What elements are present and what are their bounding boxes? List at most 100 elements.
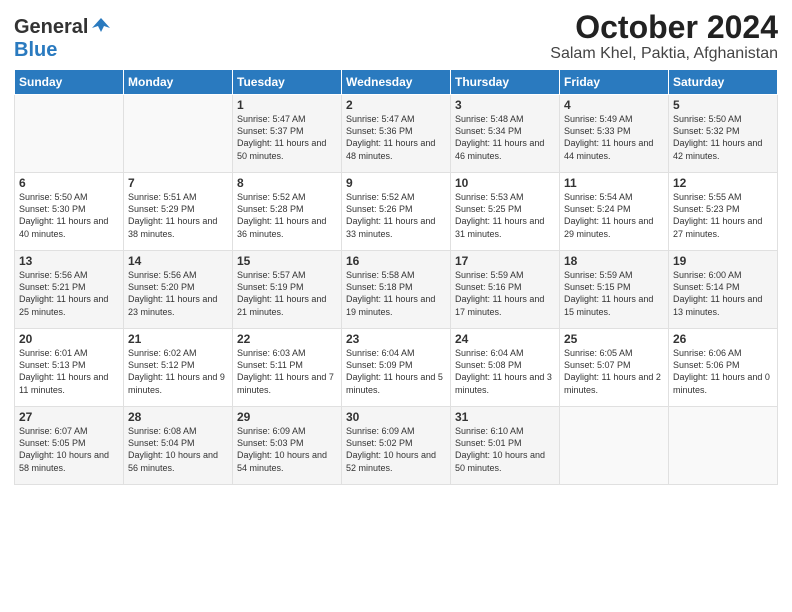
day-info: Sunrise: 6:09 AM Sunset: 5:02 PM Dayligh… [346,425,446,474]
table-row: 7Sunrise: 5:51 AM Sunset: 5:29 PM Daylig… [124,173,233,251]
calendar-week-row: 20Sunrise: 6:01 AM Sunset: 5:13 PM Dayli… [15,329,778,407]
logo-general: General [14,16,88,39]
day-number: 24 [455,332,555,346]
calendar-week-row: 27Sunrise: 6:07 AM Sunset: 5:05 PM Dayli… [15,407,778,485]
table-row [15,95,124,173]
day-info: Sunrise: 5:49 AM Sunset: 5:33 PM Dayligh… [564,113,664,162]
day-info: Sunrise: 5:58 AM Sunset: 5:18 PM Dayligh… [346,269,446,318]
day-number: 12 [673,176,773,190]
col-thursday: Thursday [451,70,560,95]
day-number: 6 [19,176,119,190]
day-number: 18 [564,254,664,268]
day-number: 29 [237,410,337,424]
table-row: 12Sunrise: 5:55 AM Sunset: 5:23 PM Dayli… [669,173,778,251]
day-number: 8 [237,176,337,190]
day-info: Sunrise: 6:04 AM Sunset: 5:09 PM Dayligh… [346,347,446,396]
day-info: Sunrise: 5:54 AM Sunset: 5:24 PM Dayligh… [564,191,664,240]
day-info: Sunrise: 5:52 AM Sunset: 5:26 PM Dayligh… [346,191,446,240]
table-row: 2Sunrise: 5:47 AM Sunset: 5:36 PM Daylig… [342,95,451,173]
day-number: 15 [237,254,337,268]
day-number: 23 [346,332,446,346]
day-info: Sunrise: 5:48 AM Sunset: 5:34 PM Dayligh… [455,113,555,162]
day-number: 17 [455,254,555,268]
col-sunday: Sunday [15,70,124,95]
table-row: 27Sunrise: 6:07 AM Sunset: 5:05 PM Dayli… [15,407,124,485]
day-number: 25 [564,332,664,346]
day-number: 20 [19,332,119,346]
logo-bird-icon [90,14,112,41]
day-number: 22 [237,332,337,346]
calendar-week-row: 6Sunrise: 5:50 AM Sunset: 5:30 PM Daylig… [15,173,778,251]
calendar-week-row: 1Sunrise: 5:47 AM Sunset: 5:37 PM Daylig… [15,95,778,173]
logo-blue: Blue [14,39,57,62]
day-number: 16 [346,254,446,268]
day-number: 5 [673,98,773,112]
table-row: 14Sunrise: 5:56 AM Sunset: 5:20 PM Dayli… [124,251,233,329]
day-number: 7 [128,176,228,190]
page: General Blue October 2024 Salam Khel, Pa… [0,0,792,612]
table-row: 13Sunrise: 5:56 AM Sunset: 5:21 PM Dayli… [15,251,124,329]
table-row: 1Sunrise: 5:47 AM Sunset: 5:37 PM Daylig… [233,95,342,173]
page-title: October 2024 [550,10,778,45]
table-row: 19Sunrise: 6:00 AM Sunset: 5:14 PM Dayli… [669,251,778,329]
table-row [124,95,233,173]
day-info: Sunrise: 5:52 AM Sunset: 5:28 PM Dayligh… [237,191,337,240]
day-number: 28 [128,410,228,424]
table-row: 17Sunrise: 5:59 AM Sunset: 5:16 PM Dayli… [451,251,560,329]
table-row: 28Sunrise: 6:08 AM Sunset: 5:04 PM Dayli… [124,407,233,485]
day-info: Sunrise: 6:07 AM Sunset: 5:05 PM Dayligh… [19,425,119,474]
day-info: Sunrise: 6:05 AM Sunset: 5:07 PM Dayligh… [564,347,664,396]
day-number: 11 [564,176,664,190]
day-info: Sunrise: 5:56 AM Sunset: 5:20 PM Dayligh… [128,269,228,318]
calendar-week-row: 13Sunrise: 5:56 AM Sunset: 5:21 PM Dayli… [15,251,778,329]
day-info: Sunrise: 6:09 AM Sunset: 5:03 PM Dayligh… [237,425,337,474]
day-info: Sunrise: 6:00 AM Sunset: 5:14 PM Dayligh… [673,269,773,318]
day-info: Sunrise: 5:47 AM Sunset: 5:36 PM Dayligh… [346,113,446,162]
day-number: 21 [128,332,228,346]
day-number: 13 [19,254,119,268]
table-row: 25Sunrise: 6:05 AM Sunset: 5:07 PM Dayli… [560,329,669,407]
table-row [560,407,669,485]
table-row: 31Sunrise: 6:10 AM Sunset: 5:01 PM Dayli… [451,407,560,485]
day-info: Sunrise: 6:03 AM Sunset: 5:11 PM Dayligh… [237,347,337,396]
col-monday: Monday [124,70,233,95]
table-row: 30Sunrise: 6:09 AM Sunset: 5:02 PM Dayli… [342,407,451,485]
day-info: Sunrise: 6:01 AM Sunset: 5:13 PM Dayligh… [19,347,119,396]
table-row: 16Sunrise: 5:58 AM Sunset: 5:18 PM Dayli… [342,251,451,329]
table-row: 23Sunrise: 6:04 AM Sunset: 5:09 PM Dayli… [342,329,451,407]
day-info: Sunrise: 5:53 AM Sunset: 5:25 PM Dayligh… [455,191,555,240]
table-row [669,407,778,485]
table-row: 3Sunrise: 5:48 AM Sunset: 5:34 PM Daylig… [451,95,560,173]
day-info: Sunrise: 6:08 AM Sunset: 5:04 PM Dayligh… [128,425,228,474]
day-info: Sunrise: 5:50 AM Sunset: 5:30 PM Dayligh… [19,191,119,240]
table-row: 8Sunrise: 5:52 AM Sunset: 5:28 PM Daylig… [233,173,342,251]
day-info: Sunrise: 5:57 AM Sunset: 5:19 PM Dayligh… [237,269,337,318]
table-row: 26Sunrise: 6:06 AM Sunset: 5:06 PM Dayli… [669,329,778,407]
col-wednesday: Wednesday [342,70,451,95]
title-block: October 2024 Salam Khel, Paktia, Afghani… [550,10,778,63]
table-row: 22Sunrise: 6:03 AM Sunset: 5:11 PM Dayli… [233,329,342,407]
table-row: 10Sunrise: 5:53 AM Sunset: 5:25 PM Dayli… [451,173,560,251]
table-row: 21Sunrise: 6:02 AM Sunset: 5:12 PM Dayli… [124,329,233,407]
col-friday: Friday [560,70,669,95]
header: General Blue October 2024 Salam Khel, Pa… [14,10,778,63]
day-number: 14 [128,254,228,268]
col-saturday: Saturday [669,70,778,95]
day-number: 27 [19,410,119,424]
day-info: Sunrise: 6:04 AM Sunset: 5:08 PM Dayligh… [455,347,555,396]
calendar-table: Sunday Monday Tuesday Wednesday Thursday… [14,69,778,485]
day-number: 9 [346,176,446,190]
day-number: 3 [455,98,555,112]
day-info: Sunrise: 5:56 AM Sunset: 5:21 PM Dayligh… [19,269,119,318]
day-info: Sunrise: 5:47 AM Sunset: 5:37 PM Dayligh… [237,113,337,162]
day-number: 10 [455,176,555,190]
table-row: 20Sunrise: 6:01 AM Sunset: 5:13 PM Dayli… [15,329,124,407]
table-row: 15Sunrise: 5:57 AM Sunset: 5:19 PM Dayli… [233,251,342,329]
day-number: 2 [346,98,446,112]
table-row: 18Sunrise: 5:59 AM Sunset: 5:15 PM Dayli… [560,251,669,329]
day-info: Sunrise: 6:10 AM Sunset: 5:01 PM Dayligh… [455,425,555,474]
col-tuesday: Tuesday [233,70,342,95]
table-row: 29Sunrise: 6:09 AM Sunset: 5:03 PM Dayli… [233,407,342,485]
day-number: 19 [673,254,773,268]
calendar-header-row: Sunday Monday Tuesday Wednesday Thursday… [15,70,778,95]
